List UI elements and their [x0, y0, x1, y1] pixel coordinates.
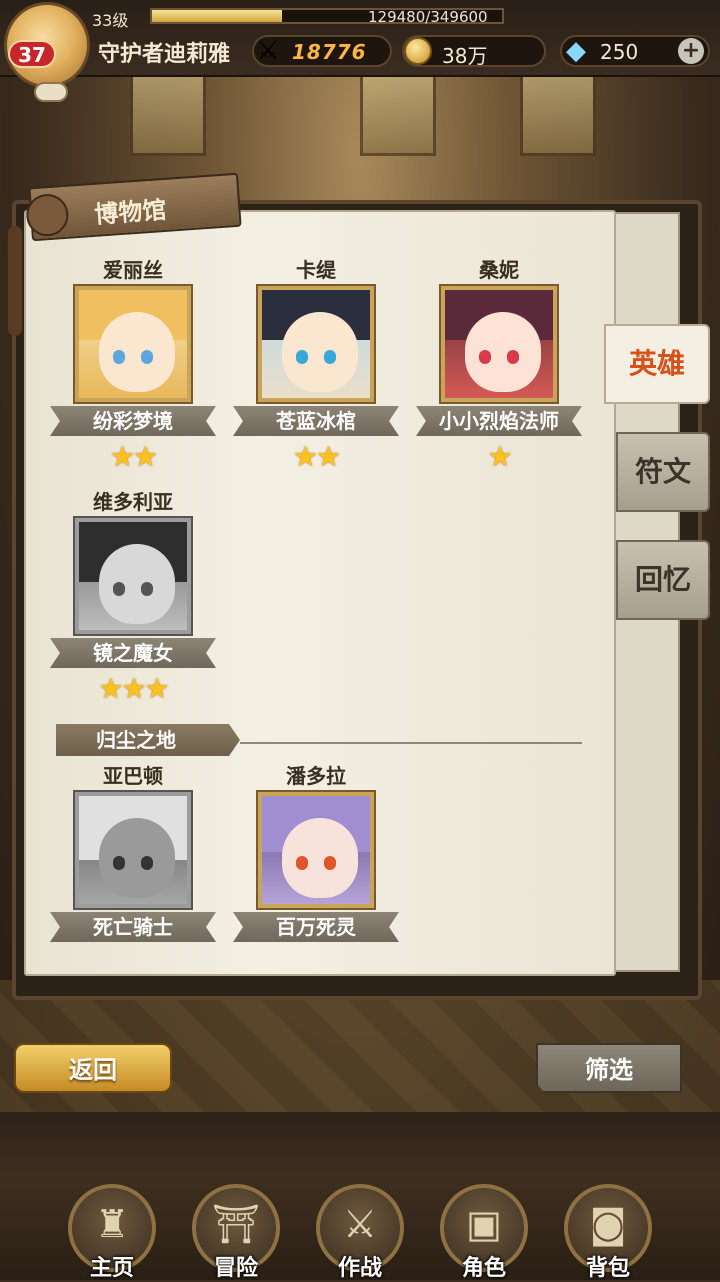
hero-portrait[interactable] [73, 284, 193, 404]
hero-card-abaddon[interactable]: 亚巴顿 死亡骑士 [50, 762, 216, 942]
portrait-eye [296, 350, 308, 364]
portal-gate-icon: ⛩ [211, 1202, 261, 1246]
hero-title-ribbon: 死亡骑士 [50, 912, 216, 942]
portrait-face [99, 312, 175, 392]
portrait-eye [324, 856, 336, 870]
player-level-badge: 37 [8, 40, 56, 68]
chat-bubble-icon[interactable] [34, 82, 68, 102]
nav-label: 作战 [337, 1256, 382, 1281]
gold-display: 38万 [402, 35, 546, 68]
player-name: 守护者迪莉雅 [98, 42, 231, 67]
portrait-eye [113, 856, 125, 870]
hero-card-alice[interactable]: 爱丽丝 纷彩梦境 ★★ [50, 256, 216, 473]
tab-heroes[interactable]: 英雄 [604, 324, 710, 404]
hero-portrait[interactable] [439, 284, 559, 404]
hero-stars: ★★★ [98, 672, 169, 705]
portrait-face [465, 312, 541, 392]
portrait-face [282, 312, 358, 392]
gem-display: ◆ 250 + [560, 35, 710, 67]
player-level-text: 33级 [92, 11, 129, 30]
nav-label: 角色 [461, 1256, 506, 1281]
hero-title-ribbon: 纷彩梦境 [50, 406, 216, 436]
hero-name: 爱丽丝 [103, 258, 163, 282]
power-value: 18776 [292, 40, 367, 64]
hero-title-ribbon: 百万死灵 [233, 912, 399, 942]
xp-text: 129480/349600 [368, 8, 488, 26]
panel-strap [8, 226, 22, 336]
portrait-eye [507, 350, 519, 364]
backpack-icon: ◙ [589, 1202, 627, 1246]
background-window [520, 70, 596, 156]
hero-portrait[interactable] [256, 284, 376, 404]
panel-title: 博物馆 [93, 195, 168, 229]
hero-card-pandora[interactable]: 潘多拉 百万死灵 [233, 762, 399, 942]
hero-stars: ★★ [292, 440, 341, 473]
home-statue-icon: ♜ [94, 1202, 130, 1246]
hero-portrait-locked[interactable] [73, 516, 193, 636]
hero-name: 桑妮 [479, 258, 519, 282]
portrait-face [99, 818, 175, 898]
hero-title-ribbon: 苍蓝冰棺 [233, 406, 399, 436]
portrait-eye [324, 350, 336, 364]
nav-label: 主页 [89, 1256, 134, 1281]
portrait-eye [141, 856, 153, 870]
section-label: 归尘之地 [56, 724, 240, 756]
tab-runes[interactable]: 符文 [616, 432, 710, 512]
hero-stars: ★★ [109, 440, 158, 473]
filter-button[interactable]: 筛选 [536, 1043, 682, 1093]
hero-card-kati[interactable]: 卡缇 苍蓝冰棺 ★★ [233, 256, 399, 473]
nav-home[interactable]: ♜ 主页 [62, 1184, 162, 1281]
hero-portrait[interactable] [256, 790, 376, 910]
crossed-swords-icon: ⚔ [256, 36, 280, 66]
background-window [130, 70, 206, 156]
hero-name: 维多利亚 [93, 490, 173, 514]
hero-name: 亚巴顿 [103, 764, 163, 788]
hero-card-victoria[interactable]: 维多利亚 镜之魔女 ★★★ [50, 488, 216, 705]
xp-bar-fill [152, 10, 282, 22]
top-status-bar: 33级 129480/349600 守护者迪莉雅 ⚔ 18776 38万 ◆ 2… [0, 0, 720, 77]
hero-card-sunny[interactable]: 桑妮 小小烈焰法师 ★ [416, 256, 582, 473]
power-display: ⚔ 18776 [252, 35, 392, 67]
add-gems-button[interactable]: + [678, 38, 704, 64]
nav-adventure[interactable]: ⛩ 冒险 [186, 1184, 286, 1281]
banner-knot-icon [24, 192, 70, 238]
portrait-eye [479, 350, 491, 364]
hero-title-ribbon: 小小烈焰法师 [416, 406, 582, 436]
hero-stars: ★ [487, 440, 512, 473]
hero-name: 卡缇 [296, 258, 336, 282]
portrait-eye [141, 350, 153, 364]
hero-portrait-locked[interactable] [73, 790, 193, 910]
hero-title-ribbon: 镜之魔女 [50, 638, 216, 668]
portrait-eye [113, 582, 125, 596]
portrait-face [282, 818, 358, 898]
nav-label: 背包 [585, 1256, 630, 1281]
gold-coin-icon [404, 37, 432, 65]
nav-battle[interactable]: ⚔ 作战 [310, 1184, 410, 1281]
gem-value: 250 [600, 40, 639, 64]
tab-memories[interactable]: 回忆 [616, 540, 710, 620]
section-divider [240, 742, 582, 744]
hero-name: 潘多拉 [286, 764, 346, 788]
back-button[interactable]: 返回 [14, 1043, 172, 1093]
background-window [360, 70, 436, 156]
portrait-eye [113, 350, 125, 364]
nav-label: 冒险 [213, 1256, 258, 1281]
gem-crystal-icon: ◆ [566, 36, 586, 66]
portrait-face [99, 544, 175, 624]
nav-backpack[interactable]: ◙ 背包 [558, 1184, 658, 1281]
portrait-eye [296, 856, 308, 870]
portrait-eye [141, 582, 153, 596]
gold-value: 38万 [442, 44, 488, 68]
sword-girl-icon: ⚔ [342, 1202, 378, 1246]
book-icon: ▣ [466, 1202, 502, 1246]
nav-characters[interactable]: ▣ 角色 [434, 1184, 534, 1281]
